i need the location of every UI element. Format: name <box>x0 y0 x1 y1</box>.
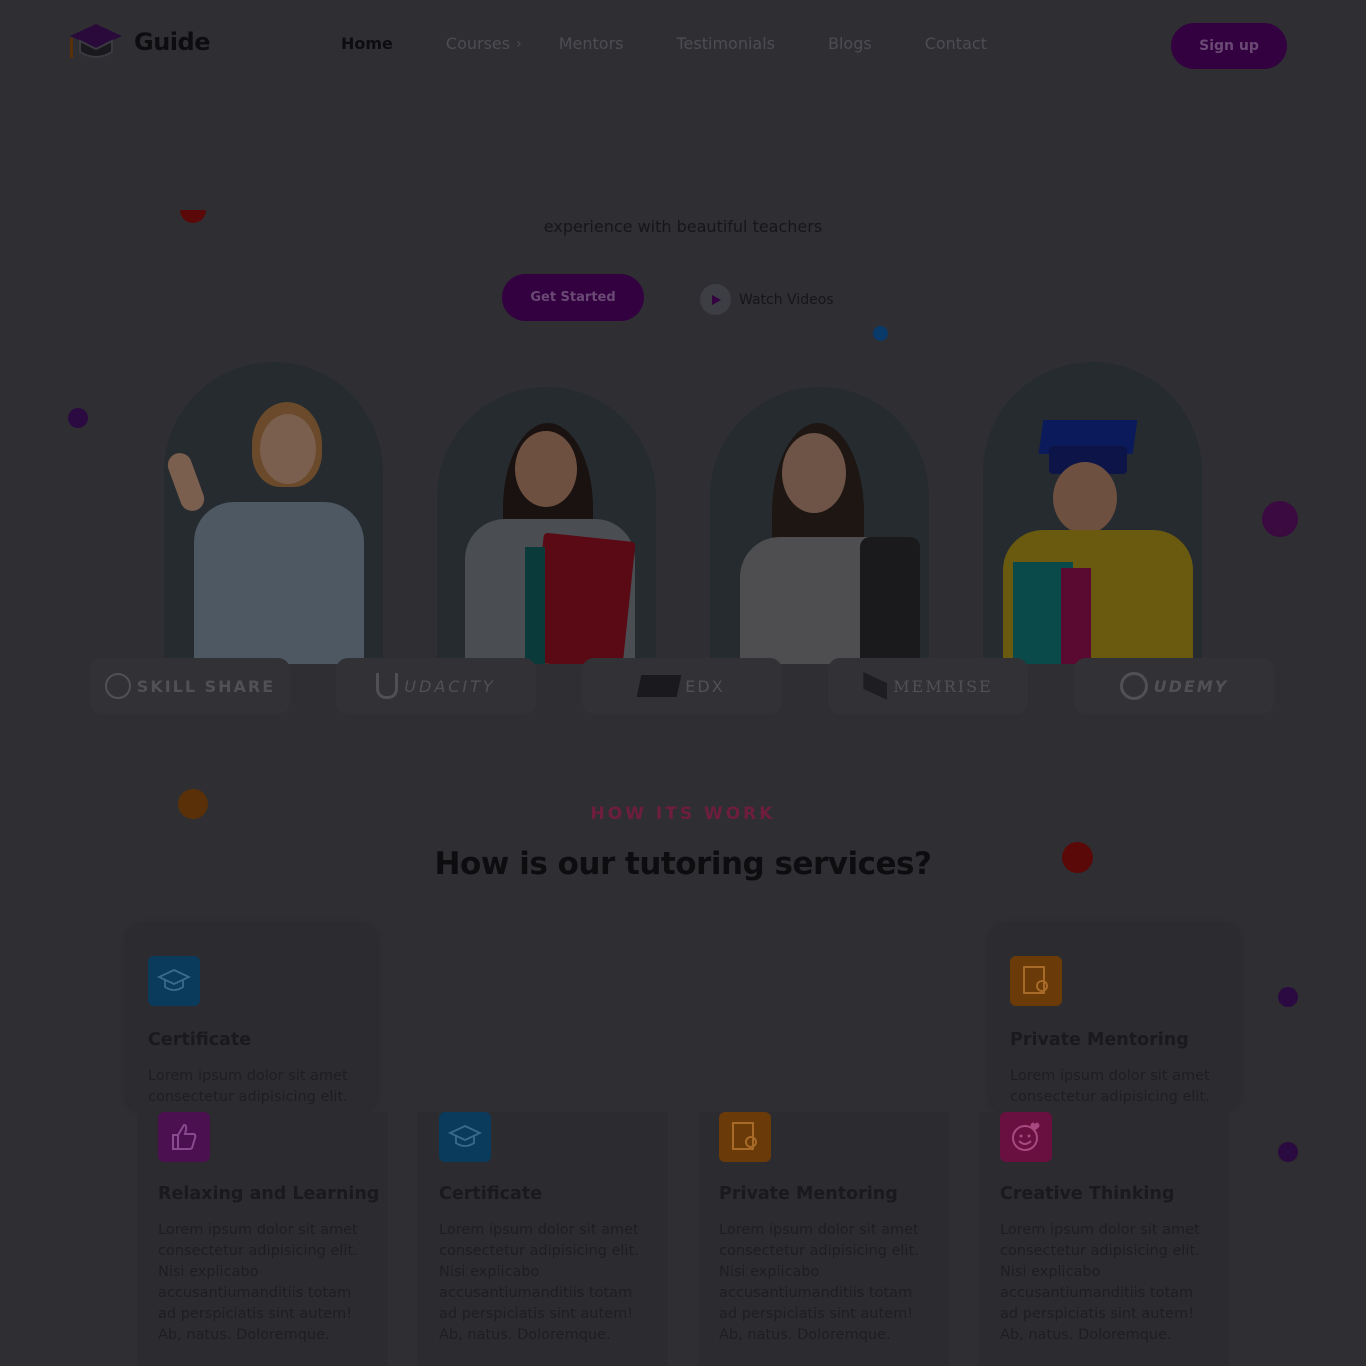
partner-memrise: MEMRISE <box>828 658 1028 714</box>
partner-udacity: UDACITY <box>336 658 536 714</box>
nav-link-courses-label: Courses <box>445 34 511 53</box>
memrise-icon <box>863 672 888 700</box>
brand-name: Guide <box>134 28 210 56</box>
student-photo <box>437 387 656 664</box>
nav-link-courses[interactable]: Courses › <box>446 34 522 53</box>
decor-dot <box>873 326 888 341</box>
graduation-cap-icon <box>148 956 200 1006</box>
brand-logo[interactable]: Guide <box>68 22 210 62</box>
nav-link-home[interactable]: Home <box>341 34 393 53</box>
udemy-icon <box>1119 672 1148 700</box>
card-text: Lorem ipsum dolor sit amet consectetur a… <box>1000 1222 1200 1343</box>
certificate-award-icon <box>719 1112 771 1162</box>
service-card: Certificate Lorem ipsum dolor sit amet c… <box>417 1112 668 1366</box>
service-card: Private Mentoring Lorem ipsum dolor sit … <box>989 924 1240 1112</box>
section-title: How is our tutoring services? <box>434 846 932 882</box>
student-photo <box>164 362 383 664</box>
partner-name: SKILL SHARE <box>136 676 276 696</box>
get-started-button[interactable]: Get Started <box>502 274 644 321</box>
nav-link-mentors[interactable]: Mentors <box>559 34 624 53</box>
partner-name: MEMRISE <box>893 676 993 696</box>
partner-edx: EDX <box>582 658 782 714</box>
chevron-right-icon: › <box>516 35 522 52</box>
partner-logos: SKILL SHARE UDACITY EDX MEMRISE UDEMY <box>90 658 1280 714</box>
watch-videos-button[interactable]: Watch Videos <box>700 284 834 315</box>
card-title: Private Mentoring <box>1010 1030 1189 1050</box>
udacity-icon <box>376 673 399 699</box>
partner-name: EDX <box>685 676 725 696</box>
card-text: Lorem ipsum dolor sit amet consectetur a… <box>439 1222 639 1343</box>
student-photo <box>983 362 1202 664</box>
partner-name: UDEMY <box>1153 676 1229 696</box>
service-card: Certificate Lorem ipsum dolor sit amet c… <box>126 924 377 1112</box>
smiley-heart-icon <box>1000 1112 1052 1162</box>
navbar: Guide Home Courses › Mentors Testimonial… <box>0 0 1366 90</box>
decor-dot <box>1278 1142 1298 1162</box>
service-card: Relaxing and Learning Lorem ipsum dolor … <box>137 1112 388 1366</box>
student-photo <box>710 387 929 664</box>
card-title: Relaxing and Learning <box>158 1184 380 1204</box>
card-title: Certificate <box>439 1184 543 1204</box>
skillshare-icon <box>104 673 131 699</box>
partner-skillshare: SKILL SHARE <box>90 658 290 714</box>
graduation-cap-icon <box>439 1112 491 1162</box>
decor-dot <box>68 408 88 428</box>
service-card: Private Mentoring Lorem ipsum dolor sit … <box>698 1112 949 1366</box>
watch-videos-label: Watch Videos <box>739 291 834 308</box>
edx-icon <box>636 675 682 697</box>
hero-subtitle: experience with beautiful teachers <box>543 217 823 236</box>
nav-link-blogs[interactable]: Blogs <box>828 34 872 53</box>
card-title: Certificate <box>148 1030 252 1050</box>
nav-links: Home Courses › Mentors Testimonials Blog… <box>341 34 1040 53</box>
card-text: Lorem ipsum dolor sit amet consectetur a… <box>1010 1068 1210 1105</box>
card-text: Lorem ipsum dolor sit amet consectetur a… <box>148 1068 348 1105</box>
card-text: Lorem ipsum dolor sit amet consectetur a… <box>719 1222 919 1343</box>
partner-udemy: UDEMY <box>1074 658 1274 714</box>
decor-dot <box>1262 501 1298 537</box>
card-text: Lorem ipsum dolor sit amet consectetur a… <box>158 1222 358 1343</box>
card-title: Private Mentoring <box>719 1184 898 1204</box>
signup-button[interactable]: Sign up <box>1171 23 1287 69</box>
card-title: Creative Thinking <box>1000 1184 1175 1204</box>
thumbs-up-icon <box>158 1112 210 1162</box>
section-tag: HOW ITS WORK <box>590 804 776 824</box>
nav-link-contact[interactable]: Contact <box>925 34 987 53</box>
service-card: Creative Thinking Lorem ipsum dolor sit … <box>978 1112 1229 1366</box>
decor-dot <box>1278 987 1298 1007</box>
certificate-award-icon <box>1010 956 1062 1006</box>
partner-name: UDACITY <box>404 676 496 696</box>
graduation-cap-logo-icon <box>70 24 122 58</box>
nav-link-testimonials[interactable]: Testimonials <box>676 34 775 53</box>
play-icon <box>700 284 731 315</box>
